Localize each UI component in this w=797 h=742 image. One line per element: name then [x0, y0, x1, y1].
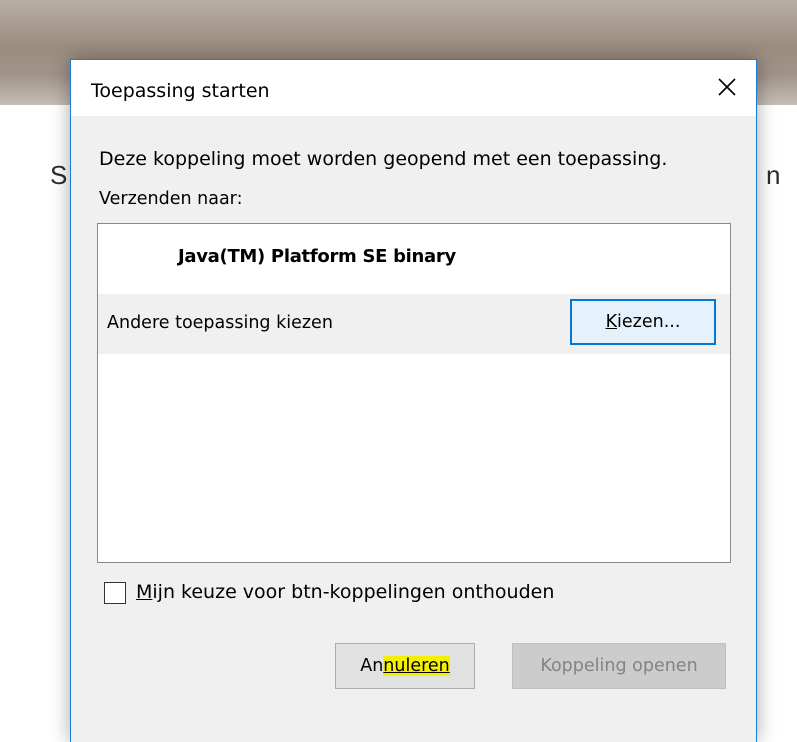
remember-choice-label: Mijn keuze voor btn-koppelingen onthoude…: [136, 581, 554, 603]
dialog-title: Toepassing starten: [91, 80, 270, 102]
list-item-java-platform[interactable]: Java(TM) Platform SE binary: [98, 224, 730, 294]
choose-button-mnemonic: K: [605, 312, 618, 332]
background-text-left: S: [50, 160, 68, 190]
choose-button[interactable]: Kiezen...: [570, 299, 716, 345]
app-name: Java(TM) Platform SE binary: [178, 246, 456, 267]
close-button[interactable]: [700, 60, 756, 116]
cancel-button-label-start: An: [360, 656, 384, 676]
dialog-title-bar: Toepassing starten: [71, 60, 756, 116]
background-text-right: n: [766, 160, 781, 190]
launch-application-dialog: Toepassing starten Deze koppeling moet w…: [70, 59, 757, 742]
remember-choice-text: ijn keuze voor btn-koppelingen onthouden: [152, 581, 555, 603]
application-list: Java(TM) Platform SE binary Andere toepa…: [97, 223, 731, 563]
remember-choice-mnemonic: M: [136, 581, 153, 603]
close-icon: [718, 78, 736, 96]
send-to-label: Verzenden naar:: [99, 189, 243, 209]
list-item-choose-other-app[interactable]: Andere toepassing kiezen Kiezen...: [98, 294, 730, 354]
other-app-label: Andere toepassing kiezen: [107, 313, 333, 333]
open-link-button[interactable]: Koppeling openen: [512, 643, 726, 689]
cancel-button-label-highlighted: nuleren: [383, 656, 450, 676]
choose-button-label: iezen...: [617, 312, 681, 332]
cancel-button[interactable]: Annuleren: [335, 643, 475, 689]
dialog-message: Deze koppeling moet worden geopend met e…: [99, 148, 668, 170]
remember-choice-checkbox[interactable]: [104, 582, 126, 604]
